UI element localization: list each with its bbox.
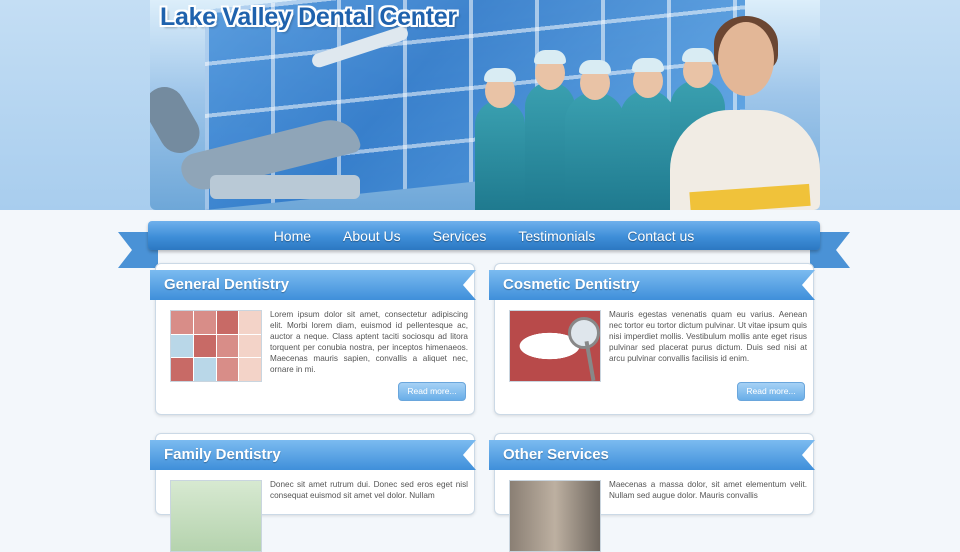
panel-text: Donec sit amet rutrum dui. Donec sed ero… bbox=[270, 480, 468, 500]
panel-other-services: Other Services Maecenas a massa dolor, s… bbox=[489, 433, 815, 552]
doctor-image bbox=[660, 16, 820, 210]
read-more-button[interactable]: Read more... bbox=[737, 382, 805, 401]
read-more-button[interactable]: Read more... bbox=[398, 382, 466, 401]
panel-text: Lorem ipsum dolor sit amet, consectetur … bbox=[270, 310, 468, 374]
panel-text: Mauris egestas venenatis quam eu varius.… bbox=[609, 310, 807, 363]
smile-mirror-image bbox=[509, 310, 601, 382]
panel-heading-bar: Other Services bbox=[489, 440, 815, 470]
panel-heading-bar: General Dentistry bbox=[150, 270, 476, 300]
nav-about-us[interactable]: About Us bbox=[327, 228, 417, 244]
panel-heading: General Dentistry bbox=[164, 276, 290, 293]
panel-heading-bar: Family Dentistry bbox=[150, 440, 476, 470]
nav-services[interactable]: Services bbox=[417, 228, 503, 244]
header-banner: Lake Valley Dental Center bbox=[150, 0, 820, 210]
site-title: Lake Valley Dental Center bbox=[160, 3, 457, 31]
nav-testimonials[interactable]: Testimonials bbox=[502, 228, 611, 244]
main-nav: Home About Us Services Testimonials Cont… bbox=[148, 221, 820, 250]
panel-heading: Cosmetic Dentistry bbox=[503, 276, 640, 293]
dental-chair-image bbox=[150, 75, 380, 210]
panel-heading: Other Services bbox=[503, 446, 609, 463]
panel-text: Maecenas a massa dolor, sit amet element… bbox=[609, 480, 807, 500]
header-side-right bbox=[820, 0, 960, 210]
nav-contact-us[interactable]: Contact us bbox=[611, 228, 710, 244]
nav-home[interactable]: Home bbox=[258, 228, 327, 244]
panel-cosmetic-dentistry: Cosmetic Dentistry Mauris egestas venena… bbox=[489, 263, 815, 415]
smile-collage-image bbox=[170, 310, 262, 382]
services-image bbox=[509, 480, 601, 552]
family-image bbox=[170, 480, 262, 552]
panel-heading-bar: Cosmetic Dentistry bbox=[489, 270, 815, 300]
panel-heading: Family Dentistry bbox=[164, 446, 281, 463]
panel-family-dentistry: Family Dentistry Donec sit amet rutrum d… bbox=[150, 433, 476, 552]
header-side-left bbox=[0, 0, 150, 210]
panel-general-dentistry: General Dentistry Lorem ipsum dolor sit … bbox=[150, 263, 476, 415]
